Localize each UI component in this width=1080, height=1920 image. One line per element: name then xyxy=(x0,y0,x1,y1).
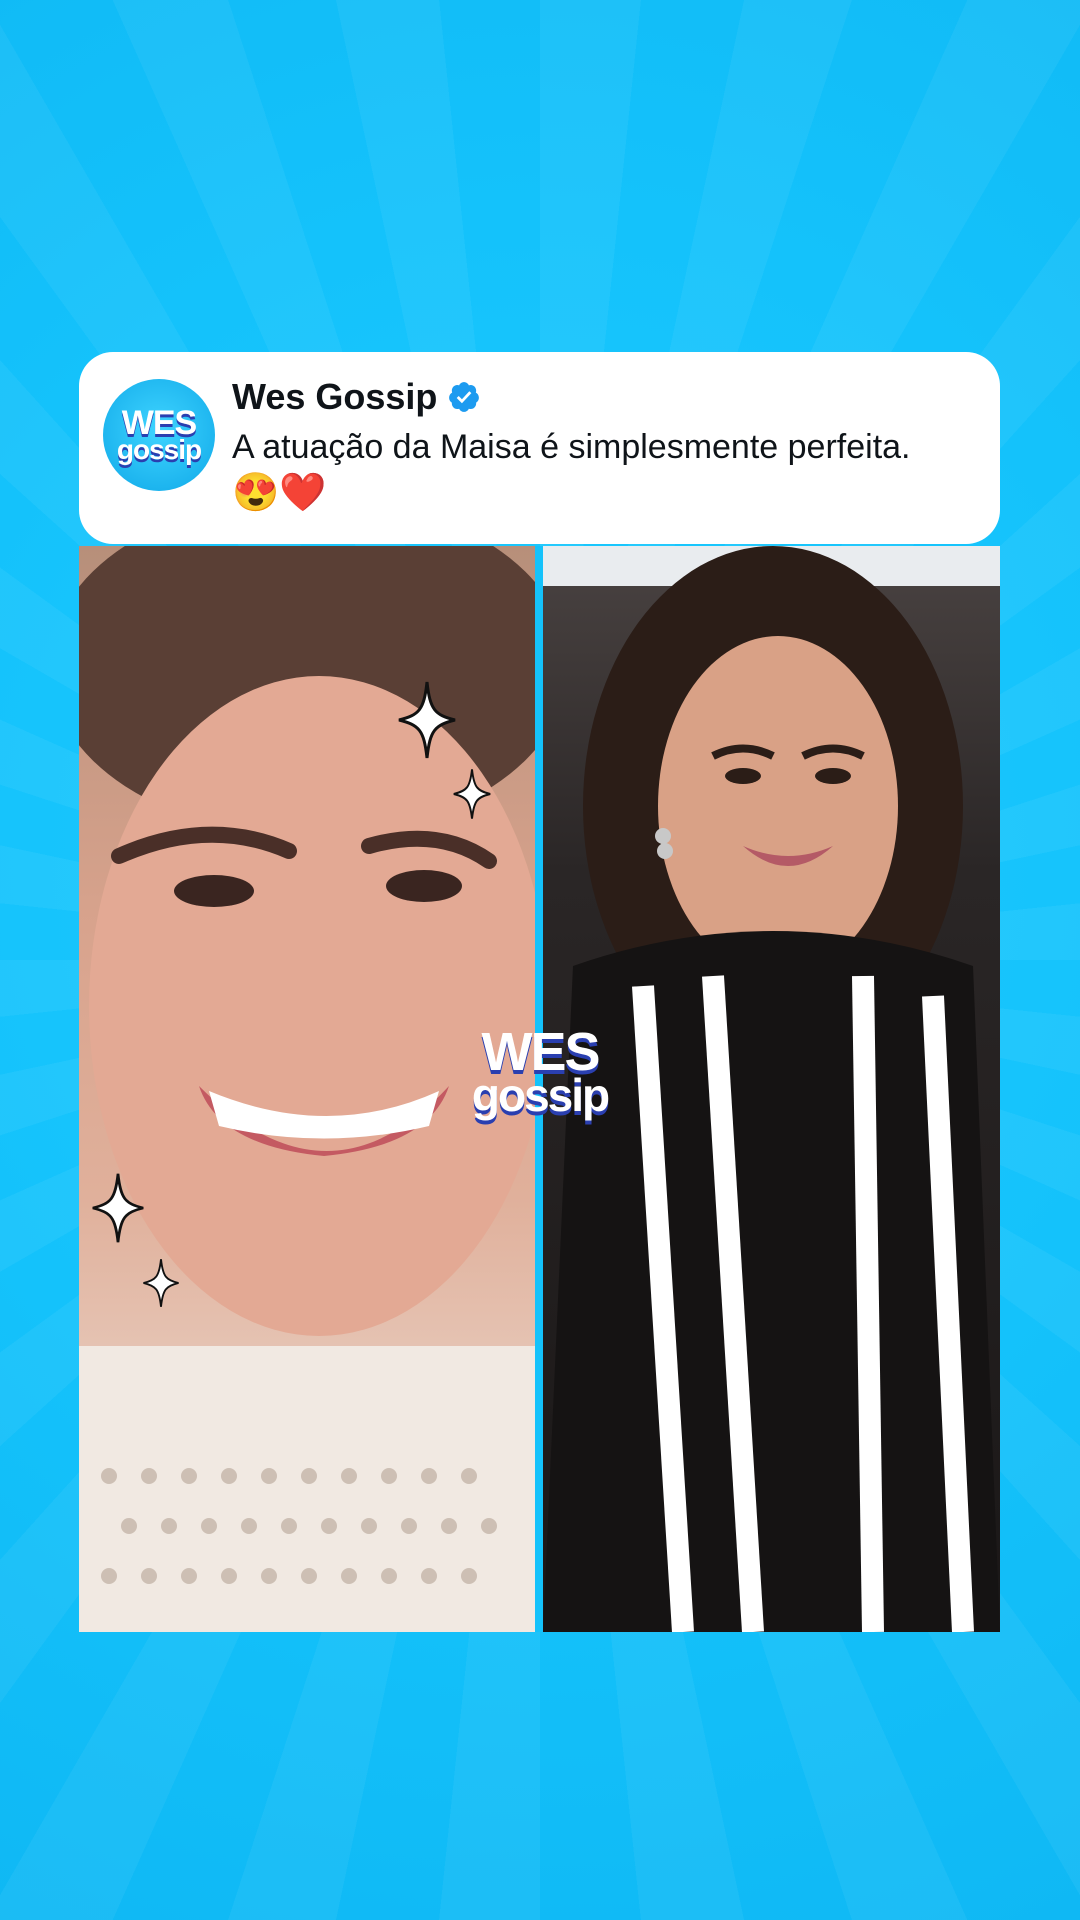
photo-right[interactable] xyxy=(543,546,1000,1632)
photo-left[interactable] xyxy=(79,546,535,1632)
post-text: A atuação da Maisa é simplesmente perfei… xyxy=(232,428,911,466)
sparkle-icon xyxy=(398,681,456,759)
verified-badge-icon xyxy=(449,382,480,412)
photo-right-illustration xyxy=(543,546,1000,1632)
sparkle-icon xyxy=(453,769,491,819)
post-card: WES gossip Wes Gossip A atuação da Maisa… xyxy=(79,352,1000,544)
avatar-logo-line2: gossip xyxy=(116,433,202,465)
sparkle-icon xyxy=(92,1173,144,1243)
post-text-block: A atuação da Maisa é simplesmente perfei… xyxy=(232,424,992,517)
watermark-line2: gossip xyxy=(471,1068,610,1121)
sparkle-icon xyxy=(143,1259,179,1307)
author-name[interactable]: Wes Gossip xyxy=(232,376,437,418)
avatar[interactable]: WES gossip xyxy=(103,379,215,491)
photo-left-illustration xyxy=(79,546,535,1632)
post-emojis: 😍❤️ xyxy=(232,472,327,514)
watermark-logo: WES gossip xyxy=(470,1025,610,1121)
